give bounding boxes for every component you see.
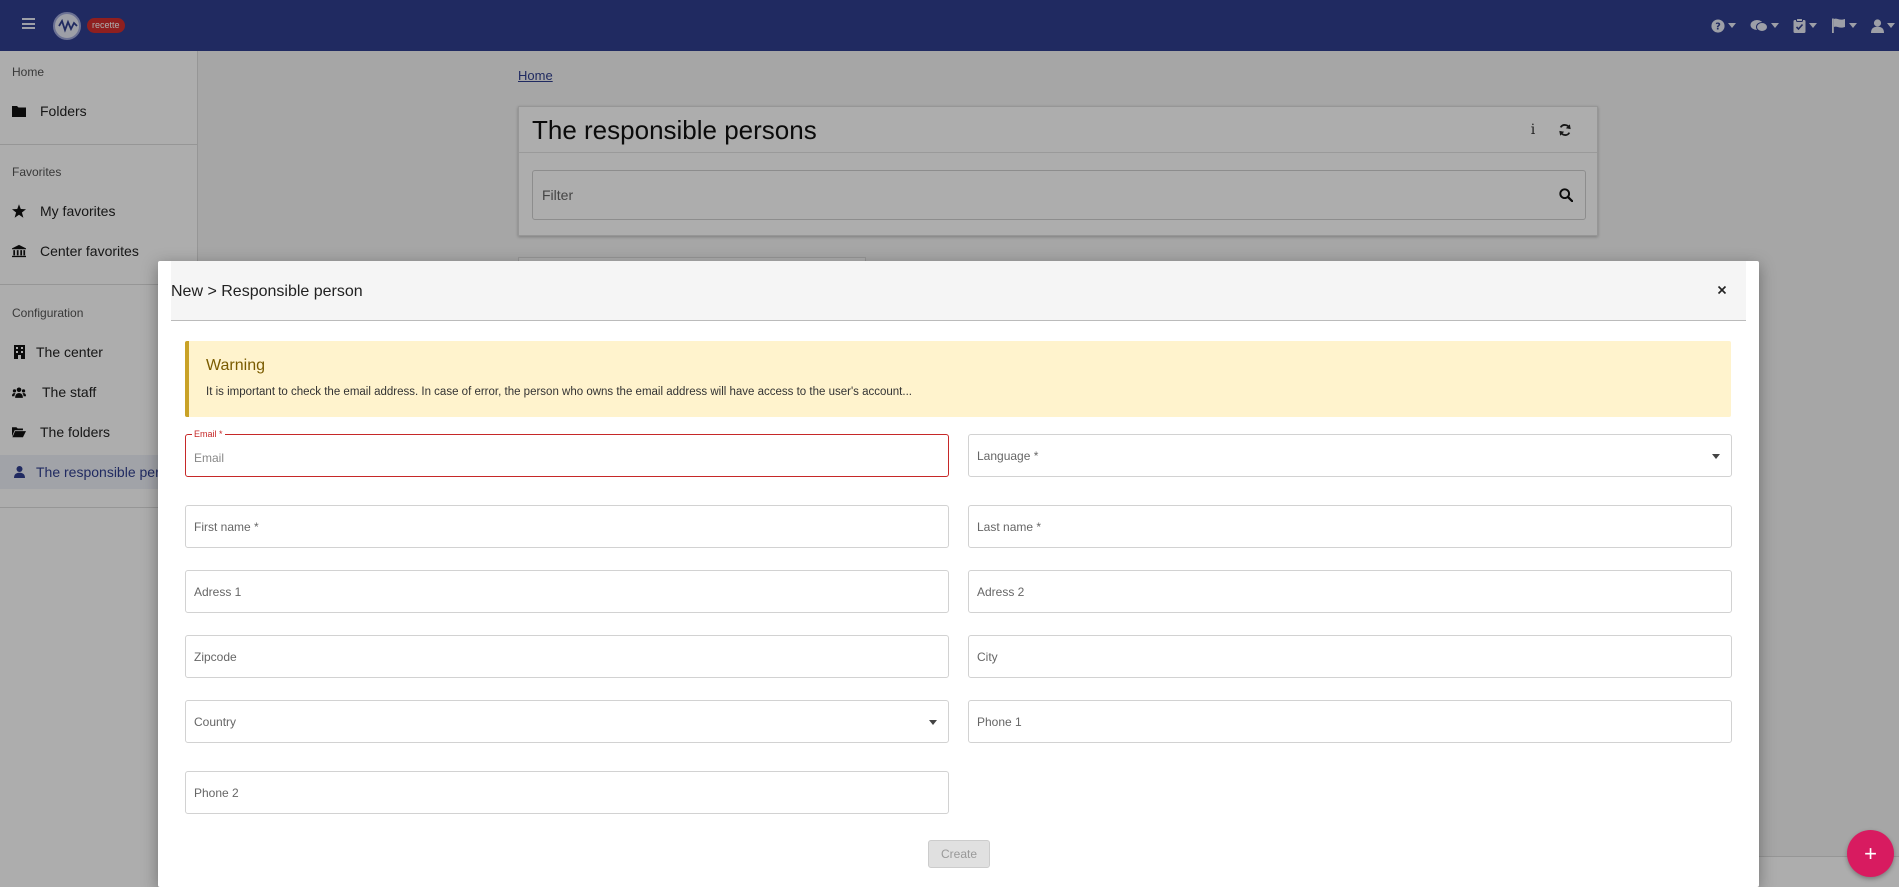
address1-field — [185, 570, 949, 613]
chevron-down-icon[interactable] — [1712, 454, 1720, 459]
email-input[interactable] — [194, 440, 924, 476]
country-select[interactable] — [185, 700, 949, 743]
dialog-header: New > Responsible person — [171, 261, 1746, 321]
last-name-field — [968, 505, 1732, 548]
language-input[interactable] — [977, 435, 1707, 476]
close-icon[interactable] — [1715, 283, 1729, 297]
phone1-input[interactable] — [977, 701, 1707, 742]
warning-alert: Warning It is important to check the ema… — [185, 341, 1731, 417]
warning-text: It is important to check the email addre… — [206, 386, 912, 398]
first-name-field — [185, 505, 949, 548]
last-name-input[interactable] — [977, 506, 1707, 547]
language-select[interactable] — [968, 434, 1732, 477]
city-input[interactable] — [977, 636, 1707, 677]
country-input[interactable] — [194, 701, 924, 742]
address2-input[interactable] — [977, 571, 1707, 612]
email-label: Email * — [192, 429, 225, 439]
create-button[interactable]: Create — [928, 840, 990, 868]
zipcode-field — [185, 635, 949, 678]
add-fab-button[interactable]: + — [1847, 830, 1894, 877]
chevron-down-icon[interactable] — [929, 720, 937, 725]
first-name-input[interactable] — [194, 506, 924, 547]
email-field: Email * — [185, 430, 949, 477]
dialog-title: New > Responsible person — [171, 283, 363, 300]
phone2-field — [185, 771, 949, 814]
warning-title: Warning — [206, 357, 265, 374]
address2-field — [968, 570, 1732, 613]
phone1-field — [968, 700, 1732, 743]
address1-input[interactable] — [194, 571, 924, 612]
zipcode-input[interactable] — [194, 636, 924, 677]
city-field — [968, 635, 1732, 678]
new-responsible-person-dialog: New > Responsible person Warning It is i… — [158, 261, 1759, 887]
phone2-input[interactable] — [194, 772, 924, 813]
